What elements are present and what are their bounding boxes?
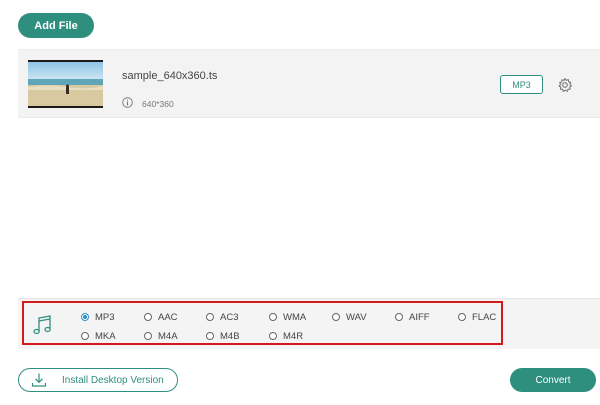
file-resolution: 640*360 xyxy=(142,99,174,109)
format-option-ac3[interactable]: AC3 xyxy=(206,311,238,323)
format-option-m4a[interactable]: M4A xyxy=(144,330,178,342)
format-option-flac[interactable]: FLAC xyxy=(458,311,496,323)
radio[interactable] xyxy=(206,313,214,321)
radio-selected[interactable] xyxy=(81,313,89,321)
download-icon xyxy=(31,372,47,388)
radio[interactable] xyxy=(206,332,214,340)
format-option-wma[interactable]: WMA xyxy=(269,311,306,323)
info-icon[interactable] xyxy=(122,97,133,108)
radio[interactable] xyxy=(458,313,466,321)
radio[interactable] xyxy=(269,332,277,340)
gear-icon[interactable] xyxy=(557,77,573,93)
install-label: Install Desktop Version xyxy=(62,375,164,386)
video-thumbnail xyxy=(28,60,103,108)
format-label: AC3 xyxy=(220,311,239,323)
format-label: AAC xyxy=(158,311,178,323)
format-label: MP3 xyxy=(95,311,115,323)
format-label: AIFF xyxy=(409,311,430,323)
format-label: M4B xyxy=(220,330,240,342)
file-row[interactable]: sample_640x360.ts 640*360 MP3 xyxy=(18,50,600,118)
radio[interactable] xyxy=(81,332,89,340)
radio[interactable] xyxy=(269,313,277,321)
convert-button[interactable]: Convert xyxy=(510,368,596,392)
add-file-button[interactable]: Add File xyxy=(18,13,94,38)
radio[interactable] xyxy=(144,332,152,340)
file-list-area: sample_640x360.ts 640*360 MP3 xyxy=(18,49,600,294)
radio[interactable] xyxy=(395,313,403,321)
install-desktop-version-button[interactable]: Install Desktop Version xyxy=(18,368,178,392)
format-option-mp3[interactable]: MP3 xyxy=(81,311,115,323)
format-label: M4R xyxy=(283,330,304,342)
format-option-aiff[interactable]: AIFF xyxy=(395,311,430,323)
radio[interactable] xyxy=(332,313,340,321)
output-format-button[interactable]: MP3 xyxy=(500,75,543,94)
format-option-wav[interactable]: WAV xyxy=(332,311,367,323)
format-option-mka[interactable]: MKA xyxy=(81,330,116,342)
format-label: WMA xyxy=(283,311,307,323)
format-label: M4A xyxy=(158,330,178,342)
music-note-icon xyxy=(33,314,53,336)
radio[interactable] xyxy=(144,313,152,321)
format-label: WAV xyxy=(346,311,367,323)
format-label: FLAC xyxy=(472,311,497,323)
format-label: MKA xyxy=(95,330,116,342)
format-option-m4r[interactable]: M4R xyxy=(269,330,303,342)
format-option-aac[interactable]: AAC xyxy=(144,311,178,323)
file-name: sample_640x360.ts xyxy=(122,70,218,82)
format-option-m4b[interactable]: M4B xyxy=(206,330,240,342)
